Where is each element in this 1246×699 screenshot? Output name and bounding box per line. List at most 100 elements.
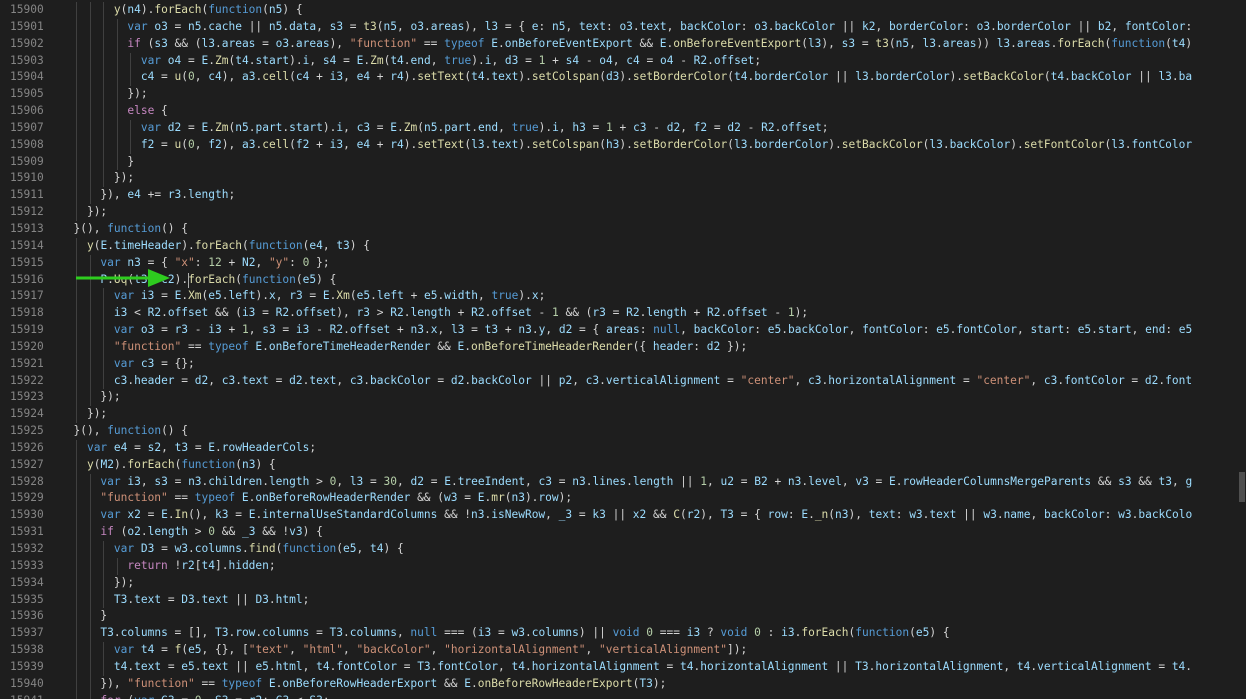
line-number: 15941 <box>0 693 52 699</box>
code-token: row <box>235 626 256 640</box>
indent-guide <box>76 18 78 36</box>
code-token: r3 <box>356 306 370 320</box>
code-token: e5 <box>915 626 930 640</box>
code-token: ) { <box>302 525 323 539</box>
code-token: ! <box>167 558 182 572</box>
code-area[interactable]: y(n4).forEach(function(n5) { var o3 = n5… <box>60 0 1238 699</box>
code-line: } <box>60 153 1238 171</box>
code-token: s3 <box>262 323 276 337</box>
code-token: d2 <box>706 339 721 353</box>
indent-guide <box>116 35 118 53</box>
code-token: || <box>241 19 269 33</box>
code-token: , <box>498 659 512 673</box>
code-token: ; <box>262 694 275 699</box>
code-token: ) { <box>349 238 371 252</box>
code-token: r4 <box>390 137 404 151</box>
code-token: , <box>255 255 269 269</box>
code-token: horizontalAlignment <box>875 659 1004 673</box>
code-token: var <box>113 289 135 303</box>
code-token: t4 <box>733 70 748 84</box>
code-token: , <box>356 542 371 555</box>
code-token: . <box>194 592 202 606</box>
code-token: . <box>450 474 458 488</box>
indent-guide <box>76 406 78 424</box>
code-token: forEach <box>1057 36 1105 50</box>
vertical-scrollbar[interactable] <box>1238 0 1246 699</box>
indent-guide <box>76 675 78 693</box>
code-token: C <box>673 508 680 522</box>
code-line: }); <box>60 574 1238 592</box>
indent-guide <box>103 658 105 676</box>
code-token: T3 <box>855 659 869 673</box>
code-token: == <box>181 339 209 353</box>
indent-guide <box>76 305 78 323</box>
code-token: l3 <box>1111 137 1125 151</box>
code-token: t4 <box>201 558 215 572</box>
code-token: || <box>1070 19 1098 33</box>
code-token: . <box>214 36 222 50</box>
code-token: null <box>653 323 681 337</box>
code-token: ). <box>403 70 418 84</box>
code-token: , <box>208 373 222 387</box>
code-token: offset <box>167 306 209 320</box>
code-token: ( <box>289 137 296 151</box>
code-token: html <box>275 659 303 673</box>
indent-guide <box>89 608 91 626</box>
code-token: t4 <box>390 53 404 67</box>
indent-guide <box>103 69 105 87</box>
code-token: ; ... <box>323 694 357 699</box>
code-line: var c3 = {}; <box>60 355 1238 373</box>
code-token: , <box>875 19 889 33</box>
code-token: ( <box>417 120 425 134</box>
indent-guide <box>130 119 132 137</box>
indent-guide <box>89 18 91 36</box>
indent-guide <box>89 625 91 643</box>
indent-guide <box>76 372 78 390</box>
code-token: . <box>936 36 943 50</box>
code-token: Zm <box>215 53 229 67</box>
line-number: 15935 <box>10 592 44 606</box>
code-token: B2 <box>754 474 768 488</box>
line-number: 15907 <box>10 120 44 134</box>
code-token: . <box>1124 137 1132 151</box>
code-token: s3 <box>154 36 168 50</box>
code-editor[interactable]: 15900 15901 15902 15903 15904 15905 15906 15907… <box>0 0 1246 699</box>
code-token: fontColor <box>437 659 499 673</box>
code-token: . <box>140 525 148 539</box>
code-token: }); <box>113 575 135 589</box>
code-token: y <box>86 457 94 471</box>
scrollbar-thumb[interactable] <box>1239 472 1245 502</box>
code-line: "function" == typeof E.onBeforeRowHeader… <box>60 490 1238 508</box>
code-token: d2 <box>727 120 741 134</box>
code-line: for (var G3 = 0, S3 = r2; G3 < S3; ... <box>60 692 1238 699</box>
code-line: }(), function() { <box>60 423 1238 440</box>
code-token: Zm <box>403 120 418 134</box>
code-token: t4 <box>1171 659 1186 673</box>
code-token: = <box>605 306 627 320</box>
code-token: : <box>1064 323 1078 337</box>
code-token: function <box>1111 36 1166 50</box>
code-token: text <box>201 659 229 673</box>
code-token: ). <box>174 272 189 286</box>
code-token: text <box>134 592 162 606</box>
code-token: var <box>113 323 135 337</box>
code-token: = <box>1124 373 1145 387</box>
code-token: var <box>113 542 135 555</box>
code-token: setBorderColor <box>632 137 728 151</box>
indent-guide <box>76 625 78 643</box>
code-token: = <box>154 70 175 84</box>
indent-guide <box>130 136 132 154</box>
code-token: () { <box>161 424 189 438</box>
code-token: > <box>309 474 330 488</box>
code-token: T3 <box>214 626 229 640</box>
code-token: o4 <box>167 53 182 67</box>
code-token: }); <box>720 339 748 353</box>
code-token: text <box>579 19 606 33</box>
code-token: fontColor <box>862 323 923 337</box>
code-token: . <box>632 19 640 33</box>
